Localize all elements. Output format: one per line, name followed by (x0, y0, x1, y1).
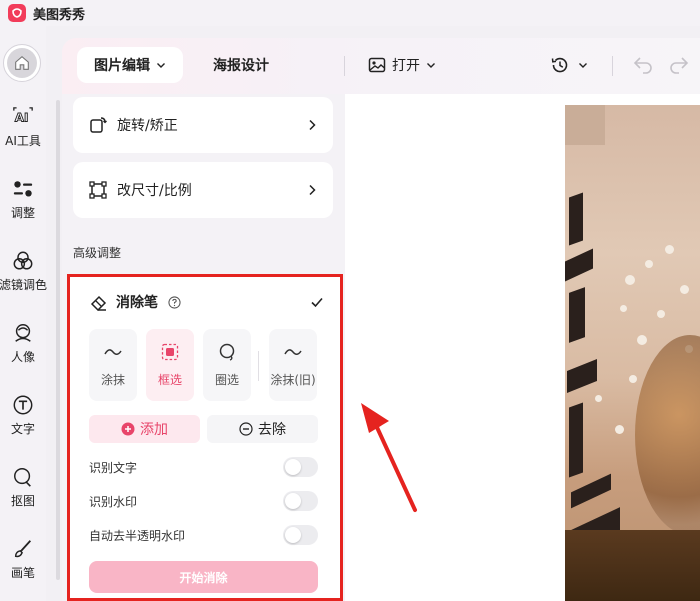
panel-scrollbar[interactable] (56, 100, 60, 580)
portrait-icon (15, 323, 31, 342)
mode-label: 涂抹(旧) (270, 373, 316, 387)
brush-icon (14, 539, 32, 557)
history-button[interactable] (550, 47, 588, 83)
home-button[interactable] (3, 44, 41, 82)
open-button[interactable]: 打开 (368, 47, 436, 83)
recognize-watermark-toggle[interactable] (283, 491, 318, 511)
rail-item-adjust[interactable]: 调整 (0, 168, 46, 230)
rail-item-portrait[interactable]: 人像 (0, 312, 46, 374)
mode-label: 圈选 (214, 373, 239, 387)
lasso-icon (219, 343, 235, 361)
rail-item-filter[interactable]: 滤镜调色 (0, 240, 48, 302)
app-title: 美图秀秀 (33, 7, 86, 23)
text-icon (13, 395, 33, 414)
image-icon (368, 57, 386, 73)
rotate-icon (90, 117, 107, 133)
filter-icon (13, 251, 33, 270)
svg-text:AI: AI (15, 110, 29, 124)
chevron-down-icon (157, 63, 165, 68)
mode-smear-legacy[interactable]: 涂抹(旧) (269, 329, 317, 401)
rail-label: 滤镜调色 (0, 277, 48, 292)
tab-label: 图片编辑 (94, 58, 150, 74)
rail-label: 抠图 (10, 493, 35, 508)
top-toolbar: 图片编辑 海报设计 打开 (62, 38, 700, 94)
tab-poster-design[interactable]: 海报设计 (213, 47, 269, 83)
toggle-row-recognize-watermark: 识别水印 (89, 490, 318, 512)
toggle-row-auto-watermark: 自动去半透明水印 (89, 524, 318, 546)
eraser-title: 消除笔 (116, 295, 158, 311)
toggle-label: 识别水印 (89, 494, 138, 509)
help-icon[interactable] (168, 295, 181, 309)
canvas-area[interactable] (345, 94, 700, 601)
start-label: 开始消除 (179, 570, 228, 585)
rail-label: 文字 (10, 421, 35, 436)
wave-icon (284, 349, 302, 355)
tab-image-edit[interactable]: 图片编辑 (77, 47, 183, 83)
divider (258, 351, 259, 381)
rotate-card[interactable]: 旋转/矫正 (73, 97, 333, 153)
home-icon (15, 55, 29, 70)
check-icon[interactable] (310, 295, 324, 309)
left-rail: AI AI工具 调整 滤镜调色 人像 文字 抠图 画笔 (0, 26, 48, 601)
toggle-row-recognize-text: 识别文字 (89, 456, 318, 478)
auto-watermark-toggle[interactable] (283, 525, 318, 545)
chevron-right-icon (309, 184, 316, 196)
rail-item-ai-tools[interactable]: AI AI工具 (0, 96, 46, 158)
remove-label: 去除 (258, 422, 286, 438)
add-label: 添加 (140, 422, 168, 438)
eraser-pen-panel: 消除笔 涂抹 框选 圈选 涂抹(旧) 添加 去除 识别文字 识别水印 自动去半透… (67, 274, 343, 601)
rail-item-cutout[interactable]: 抠图 (0, 456, 46, 518)
rail-label: 画笔 (10, 565, 35, 580)
rotate-label: 旋转/矫正 (117, 118, 178, 134)
redo-icon[interactable] (668, 53, 690, 75)
chevron-down-icon (427, 63, 435, 68)
annotation-arrow-icon (361, 403, 417, 512)
mode-box-select[interactable]: 框选 (146, 329, 194, 401)
title-bar: 美图秀秀 (0, 0, 700, 26)
rail-label: AI工具 (5, 133, 41, 148)
box-select-icon (161, 343, 179, 361)
app-logo-icon (8, 4, 26, 22)
divider (344, 56, 345, 76)
advanced-section-title: 高级调整 (73, 246, 122, 260)
divider (612, 56, 613, 76)
mode-smear[interactable]: 涂抹 (89, 329, 137, 401)
rail-label: 调整 (10, 205, 35, 220)
mode-label: 涂抹 (100, 373, 125, 387)
ai-icon: AI (13, 106, 33, 125)
tab-label: 海报设计 (213, 58, 269, 74)
rail-label: 人像 (10, 349, 35, 364)
cutout-icon (14, 467, 31, 487)
add-button[interactable]: 添加 (89, 415, 200, 443)
plus-circle-icon (121, 422, 135, 436)
eraser-icon (90, 295, 107, 311)
chevron-down-icon (579, 63, 587, 68)
eraser-header[interactable]: 消除笔 (90, 289, 324, 315)
start-erase-button[interactable]: 开始消除 (89, 561, 318, 593)
open-label: 打开 (392, 58, 420, 74)
rail-item-text[interactable]: 文字 (0, 384, 46, 446)
mode-lasso-select[interactable]: 圈选 (203, 329, 251, 401)
mode-label: 框选 (157, 373, 182, 387)
resize-icon (89, 181, 107, 199)
wave-icon (104, 349, 122, 355)
history-icon (551, 57, 568, 73)
resize-label: 改尺寸/比例 (117, 183, 192, 199)
recognize-text-toggle[interactable] (283, 457, 318, 477)
adjust-panel: 旋转/矫正 改尺寸/比例 高级调整 消除笔 涂抹 框选 圈选 涂抹(旧) 添加 … (62, 94, 345, 601)
chevron-right-icon (309, 119, 316, 131)
remove-button[interactable]: 去除 (207, 415, 318, 443)
rail-item-brush[interactable]: 画笔 (0, 528, 46, 590)
toggle-label: 自动去半透明水印 (89, 528, 186, 543)
resize-card[interactable]: 改尺寸/比例 (73, 162, 333, 218)
undo-icon[interactable] (632, 53, 654, 75)
minus-circle-icon (239, 422, 253, 436)
adjust-icon (13, 180, 33, 197)
toggle-label: 识别文字 (89, 460, 138, 475)
photo-canvas[interactable] (565, 105, 700, 601)
